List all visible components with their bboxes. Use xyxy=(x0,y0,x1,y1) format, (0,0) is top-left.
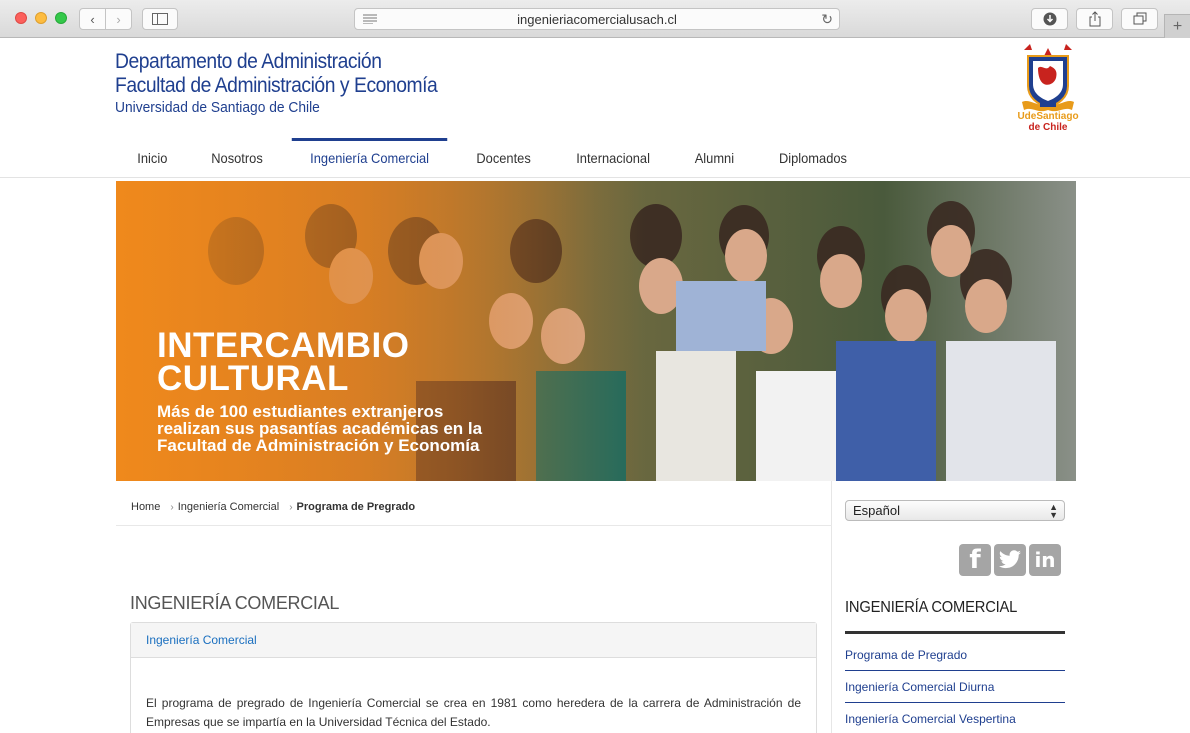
sidebar-icon xyxy=(152,13,168,25)
chevron-right-icon: › xyxy=(289,502,293,513)
download-icon xyxy=(1043,12,1056,26)
reader-icon[interactable] xyxy=(363,14,377,24)
forward-icon[interactable]: › xyxy=(105,9,131,29)
tabs-icon xyxy=(1133,12,1146,25)
nav-item-ingenieria-comercial[interactable]: Ingeniería Comercial xyxy=(291,138,448,178)
university-name: Universidad de Santiago de Chile xyxy=(115,99,320,116)
sidebar-title: INGENIERÍA COMERCIAL xyxy=(845,599,1018,616)
sidebar-link-programa-pregrado[interactable]: Programa de Pregrado xyxy=(845,639,1065,671)
twitter-icon[interactable] xyxy=(994,544,1026,576)
sidebar-links: Programa de Pregrado Ingeniería Comercia… xyxy=(845,639,1065,733)
panel-body-text: El programa de pregrado de Ingeniería Co… xyxy=(146,696,801,729)
department-title[interactable]: Departamento de Administración Facultad … xyxy=(115,50,465,118)
banner-title-line2: CULTURAL xyxy=(157,359,349,398)
sidebar-toggle-button[interactable] xyxy=(142,8,178,30)
main-navigation: Inicio Nosotros Ingeniería Comercial Doc… xyxy=(116,138,870,178)
new-tab-button[interactable]: + xyxy=(1164,14,1190,38)
reload-icon[interactable]: ↻ xyxy=(821,11,833,28)
address-bar[interactable]: ingenieriacomercialusach.cl ↻ xyxy=(354,8,840,30)
sidebar-title-underline xyxy=(845,631,1065,634)
nav-item-alumni[interactable]: Alumni xyxy=(677,138,753,178)
breadcrumb-section[interactable]: Ingeniería Comercial xyxy=(178,501,280,513)
tab-overview-button[interactable] xyxy=(1121,8,1158,30)
url-text[interactable]: ingenieriacomercialusach.cl xyxy=(517,12,677,27)
logo-text-udesantiago: UdeSantiago xyxy=(1017,111,1079,122)
facebook-icon[interactable]: f xyxy=(959,544,991,576)
site-header: Departamento de Administración Facultad … xyxy=(0,38,1190,178)
sidebar-link-vespertina[interactable]: Ingeniería Comercial Vespertina xyxy=(845,703,1065,733)
history-nav: ‹ › xyxy=(79,8,132,30)
share-icon xyxy=(1089,11,1100,27)
main-content: Home › Ingeniería Comercial › Programa de Pr… xyxy=(116,481,832,733)
linkedin-icon[interactable]: in xyxy=(1029,544,1061,576)
content-panel: Ingeniería Comercial El programa de preg… xyxy=(130,622,817,733)
banner-title-line1: INTERCAMBIO xyxy=(157,326,410,365)
minimize-window-button[interactable] xyxy=(35,12,47,24)
banner-subtitle: Más de 100 estudiantes extranjeros reali… xyxy=(157,402,483,455)
chevron-right-icon: › xyxy=(170,502,174,513)
department-name: Departamento de Administración xyxy=(115,50,382,73)
faculty-name: Facultad de Administración y Economía xyxy=(115,74,438,97)
panel-heading-link[interactable]: Ingeniería Comercial xyxy=(131,623,816,658)
twitter-bird-icon xyxy=(999,550,1021,569)
logo-caption: UdeSantiago de Chile xyxy=(1011,111,1085,133)
nav-item-docentes[interactable]: Docentes xyxy=(458,138,549,178)
browser-toolbar: ‹ › ingenieriacomercialusach.cl ↻ + xyxy=(0,0,1190,38)
nav-item-nosotros[interactable]: Nosotros xyxy=(193,138,281,178)
page-title: INGENIERÍA COMERCIAL xyxy=(130,593,340,613)
downloads-button[interactable] xyxy=(1031,8,1068,30)
zoom-window-button[interactable] xyxy=(55,12,67,24)
plus-icon: + xyxy=(1172,17,1183,35)
breadcrumb-home[interactable]: Home xyxy=(131,501,160,513)
nav-item-internacional[interactable]: Internacional xyxy=(558,138,669,178)
select-arrows-icon: ▲ ▼ xyxy=(1049,502,1058,520)
language-select[interactable]: Español ▲ ▼ xyxy=(845,500,1065,521)
breadcrumb-current: Programa de Pregrado xyxy=(296,501,416,513)
close-window-button[interactable] xyxy=(15,12,27,24)
banner-title: INTERCAMBIO CULTURAL xyxy=(157,326,410,398)
nav-item-inicio[interactable]: Inicio xyxy=(119,138,186,178)
sidebar-link-diurna[interactable]: Ingeniería Comercial Diurna xyxy=(845,671,1065,703)
divider xyxy=(116,525,832,526)
sidebar: Español ▲ ▼ f in INGENIERÍA COMERCIAL Pro… xyxy=(834,481,1076,733)
hero-banner[interactable]: INTERCAMBIO CULTURAL Más de 100 estudian… xyxy=(116,181,1076,481)
language-selected-value: Español xyxy=(853,503,900,518)
breadcrumb: Home › Ingeniería Comercial › Programa de Pr… xyxy=(131,501,415,513)
web-page: Departamento de Administración Facultad … xyxy=(0,38,1190,733)
back-icon[interactable]: ‹ xyxy=(80,9,105,29)
share-button[interactable] xyxy=(1076,8,1113,30)
logo-text-dechile: de Chile xyxy=(1028,122,1068,133)
nav-item-diplomados[interactable]: Diplomados xyxy=(761,138,866,178)
